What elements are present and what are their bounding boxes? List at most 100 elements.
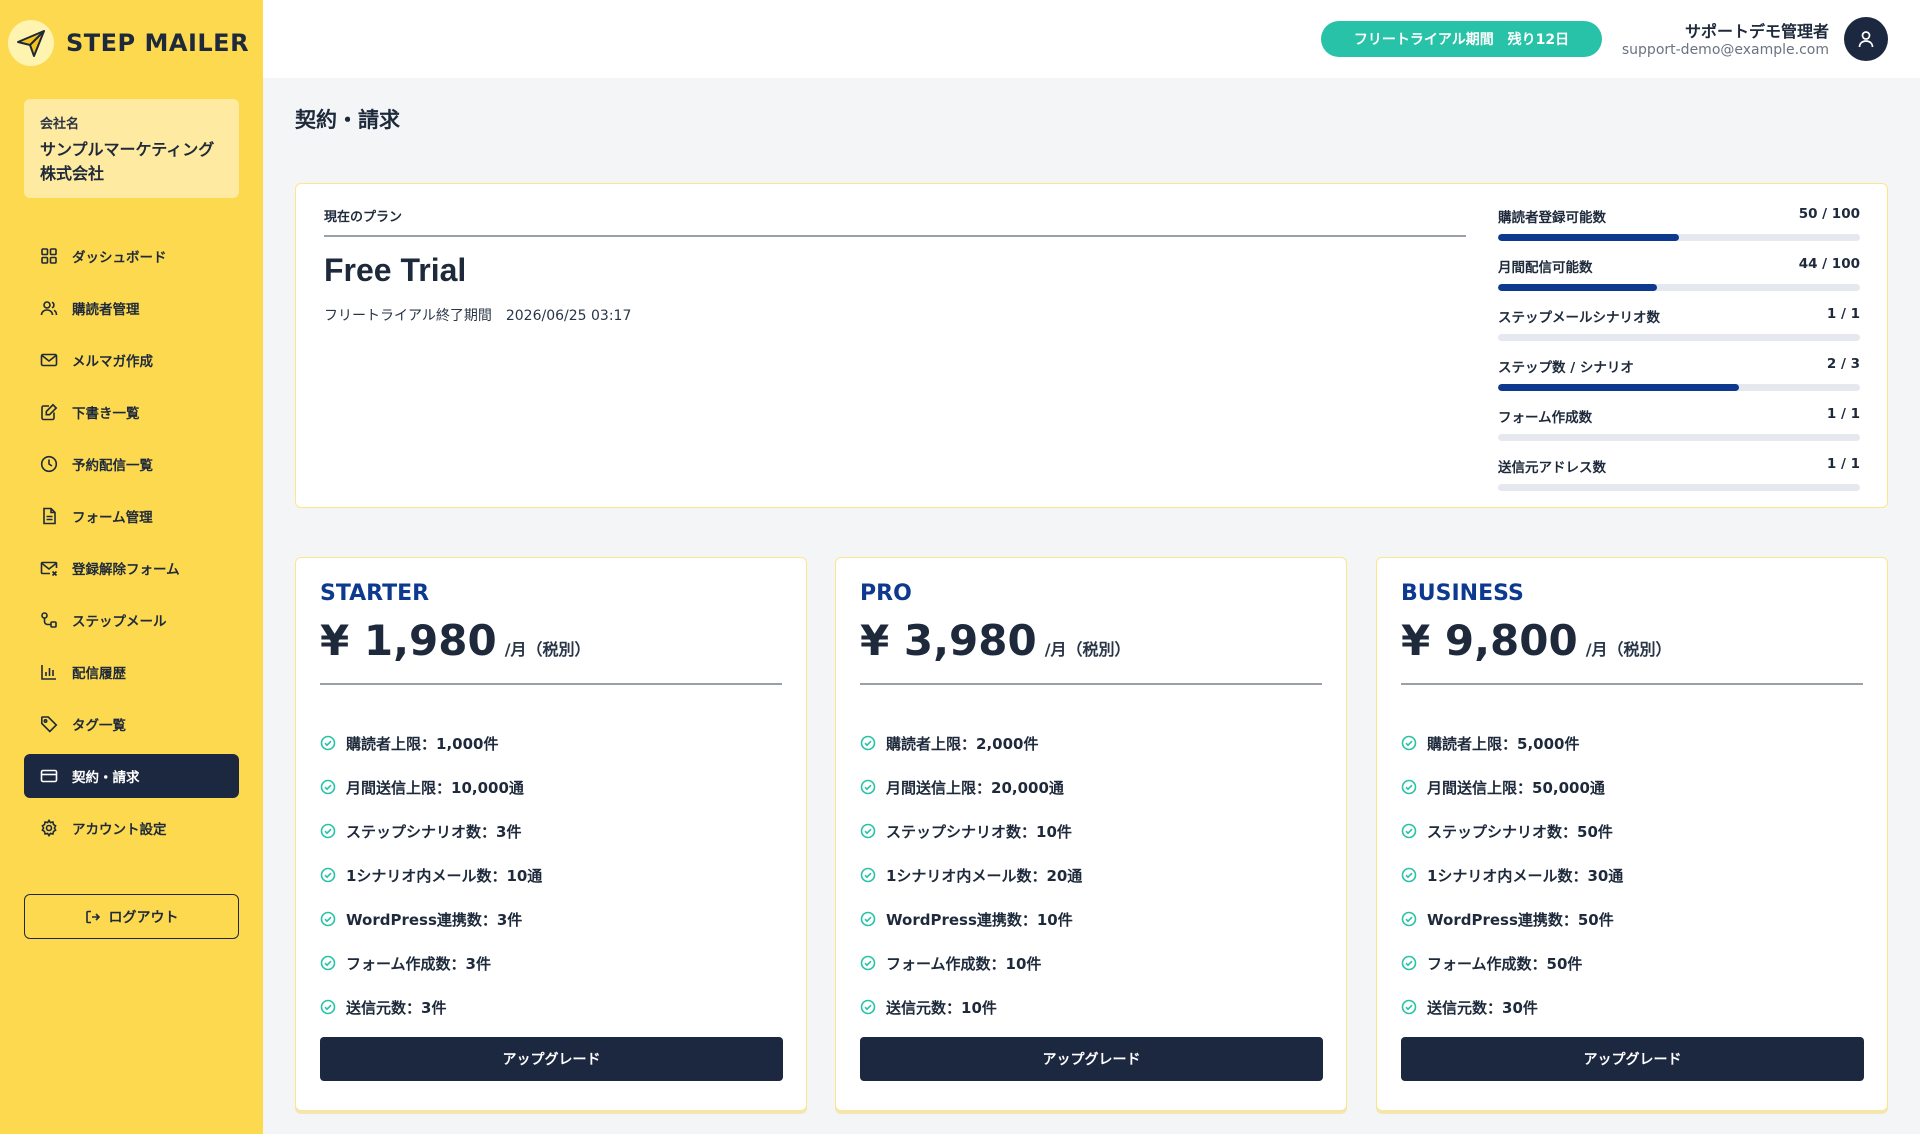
sidebar-item-history[interactable]: 配信履歴 [24,650,239,694]
sidebar-item-label: 予約配信一覧 [72,458,153,474]
feature-item: 1シナリオ内メール数：20通 [860,853,1082,897]
check-circle-icon [320,823,336,839]
usage-label: フォーム作成数 [1498,410,1593,426]
credit-card-icon [40,767,58,785]
feature-item: ステップシナリオ数：50件 [1401,809,1623,853]
usage-value: 2 / 3 [1826,356,1860,372]
check-circle-icon [860,911,876,927]
check-circle-icon [1401,999,1417,1015]
usage-progress-bar [1498,384,1860,391]
app-logo[interactable]: STEP MAILER [8,20,249,66]
upgrade-button-pro[interactable]: アップグレード [860,1037,1323,1081]
feature-item: 月間送信上限：10,000通 [320,765,542,809]
sidebar-item-step-mail[interactable]: ステップメール [24,598,239,642]
feature-text: フォーム作成数：3件 [346,954,491,973]
sidebar-item-label: 配信履歴 [72,666,126,682]
check-circle-icon [860,867,876,883]
usage-label: 月間配信可能数 [1498,260,1593,276]
price-value: ¥ 3,980 [860,616,1037,665]
sidebar-item-subscribers[interactable]: 購読者管理 [24,286,239,330]
upgrade-button-business[interactable]: アップグレード [1401,1037,1864,1081]
users-icon [40,299,58,317]
plan-name: STARTER [320,581,430,606]
plan-card-pro: PRO ¥ 3,980 /月（税別） 購読者上限：2,000件 月間送信上限：2… [835,557,1347,1111]
usage-progress-fill [1498,234,1679,241]
feature-text: WordPress連携数：50件 [1427,910,1614,929]
feature-text: 購読者上限：5,000件 [1427,734,1580,753]
feature-text: WordPress連携数：3件 [346,910,523,929]
feature-text: フォーム作成数：10件 [886,954,1042,973]
feature-item: WordPress連携数：10件 [860,897,1082,941]
logout-label: ログアウト [108,909,179,926]
user-email: support-demo@example.com [1621,42,1829,58]
company-name: サンプルマーケティング株式会社 [40,140,215,183]
feature-item: フォーム作成数：50件 [1401,941,1623,985]
bar-chart-icon [40,663,58,681]
check-circle-icon [1401,823,1417,839]
current-plan-label: 現在のプラン [324,210,403,225]
feature-text: 1シナリオ内メール数：20通 [886,866,1083,885]
check-circle-icon [860,779,876,795]
route-icon [40,611,58,629]
feature-text: 1シナリオ内メール数：10通 [346,866,543,885]
feature-item: ステップシナリオ数：10件 [860,809,1082,853]
sidebar-item-label: ステップメール [72,614,167,630]
paper-plane-icon [8,20,54,66]
usage-value: 1 / 1 [1826,306,1860,322]
sidebar-item-tags[interactable]: タグ一覧 [24,702,239,746]
sidebar-item-account-settings[interactable]: アカウント設定 [24,806,239,850]
feature-text: 月間送信上限：10,000通 [346,778,524,797]
trial-status-badge: フリートライアル期間 残り12日 [1321,21,1602,57]
mail-icon [40,351,58,369]
feature-text: 送信元数：3件 [346,998,447,1017]
feature-text: 月間送信上限：20,000通 [886,778,1064,797]
sidebar-item-label: フォーム管理 [72,510,153,526]
usage-progress-bar [1498,434,1860,441]
divider [324,235,1466,237]
feature-text: 1シナリオ内メール数：30通 [1427,866,1624,885]
sidebar-item-forms[interactable]: フォーム管理 [24,494,239,538]
top-header: フリートライアル期間 残り12日 サポートデモ管理者 support-demo@… [263,0,1920,78]
usage-item: ステップメールシナリオ数 1 / 1 [1498,306,1860,356]
feature-item: 月間送信上限：50,000通 [1401,765,1623,809]
mail-x-icon [40,559,58,577]
feature-text: 購読者上限：2,000件 [886,734,1039,753]
sidebar-item-label: メルマガ作成 [72,354,153,370]
feature-text: 購読者上限：1,000件 [346,734,499,753]
logout-icon [85,909,101,925]
sidebar-item-billing[interactable]: 契約・請求 [24,754,239,798]
sidebar-item-dashboard[interactable]: ダッシュボード [24,234,239,278]
sidebar-item-newsletter[interactable]: メルマガ作成 [24,338,239,382]
feature-item: 購読者上限：2,000件 [860,721,1082,765]
sidebar-item-unsubscribe-forms[interactable]: 登録解除フォーム [24,546,239,590]
upgrade-button-starter[interactable]: アップグレード [320,1037,783,1081]
price-value: ¥ 1,980 [320,616,497,665]
gear-icon [40,819,58,837]
feature-text: 月間送信上限：50,000通 [1427,778,1605,797]
usage-label: 購読者登録可能数 [1498,210,1606,226]
sidebar: STEP MAILER 会社名 サンプルマーケティング株式会社 ダッシュボード … [0,0,263,1134]
sidebar-item-scheduled[interactable]: 予約配信一覧 [24,442,239,486]
divider [1401,683,1863,685]
trial-end-label: フリートライアル終了期間 [324,308,492,324]
usage-progress-fill [1498,384,1740,391]
trial-end-value: 2026/06/25 03:17 [505,308,632,324]
feature-item: 送信元数：10件 [860,985,1082,1029]
feature-item: ステップシナリオ数：3件 [320,809,542,853]
usage-progress-bar [1498,334,1860,341]
price-value: ¥ 9,800 [1401,616,1578,665]
feature-item: 購読者上限：5,000件 [1401,721,1623,765]
usage-item: フォーム作成数 1 / 1 [1498,406,1860,456]
sidebar-item-drafts[interactable]: 下書き一覧 [24,390,239,434]
user-avatar[interactable] [1844,17,1888,61]
logout-button[interactable]: ログアウト [24,894,239,939]
usage-label: ステップ数 / シナリオ [1498,360,1634,376]
feature-text: ステップシナリオ数：50件 [1427,822,1613,841]
check-circle-icon [320,867,336,883]
usage-value: 44 / 100 [1798,256,1860,272]
tag-icon [40,715,58,733]
check-circle-icon [860,735,876,751]
sidebar-item-label: ダッシュボード [72,250,167,266]
feature-text: ステップシナリオ数：10件 [886,822,1072,841]
sidebar-item-label: 契約・請求 [72,770,140,786]
